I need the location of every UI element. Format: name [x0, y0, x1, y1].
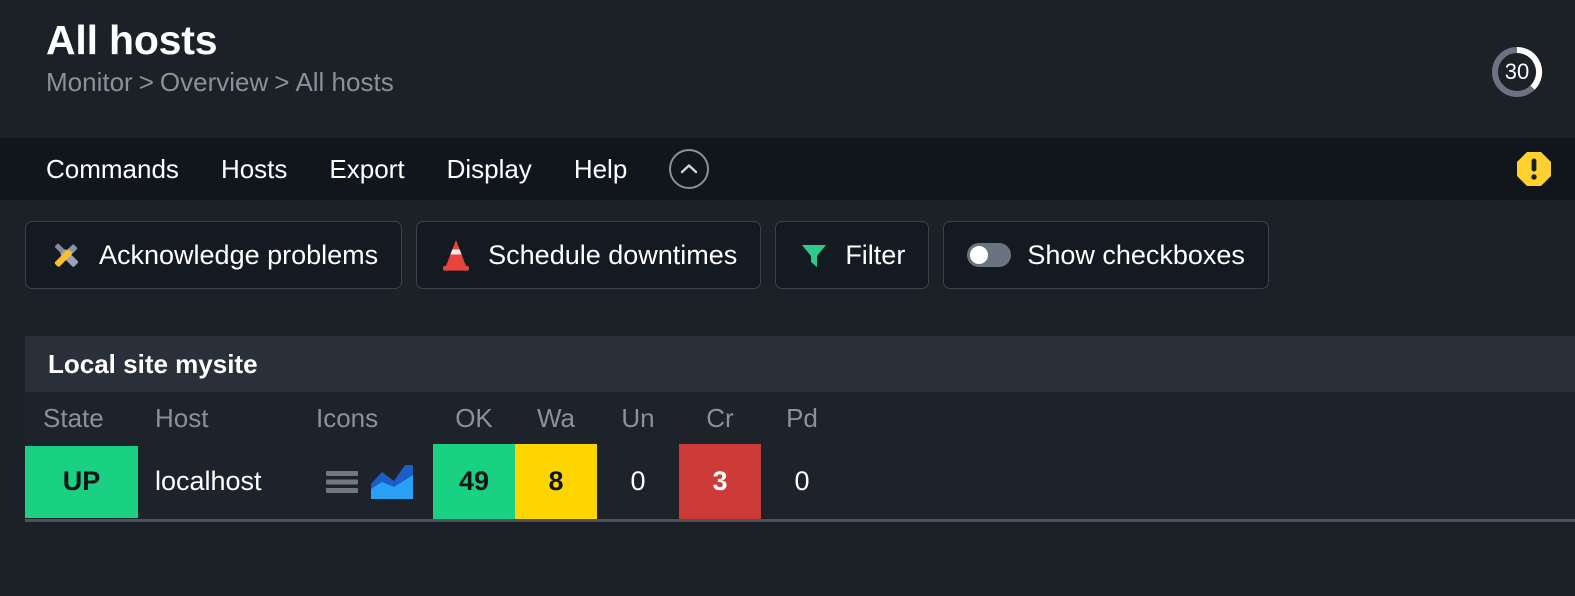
- schedule-downtimes-label: Schedule downtimes: [488, 240, 737, 271]
- hammer-and-wrench-icon: [49, 238, 83, 272]
- column-header-state[interactable]: State: [25, 403, 138, 434]
- action-toolbar: Acknowledge problems Schedule downtimes …: [0, 200, 1575, 296]
- menu-item-hosts[interactable]: Hosts: [221, 154, 287, 185]
- filter-button[interactable]: Filter: [775, 221, 929, 289]
- status-badge[interactable]: UP: [25, 446, 138, 518]
- breadcrumb-item-monitor[interactable]: Monitor: [46, 67, 133, 97]
- traffic-cone-icon: [440, 238, 472, 272]
- acknowledge-problems-label: Acknowledge problems: [99, 240, 378, 271]
- table-header-row: State Host Icons OK Wa Un Cr Pd: [25, 392, 1575, 444]
- host-icons-cell: [316, 444, 433, 519]
- page-bottom-fill: [0, 570, 1575, 596]
- show-checkboxes-toggle[interactable]: Show checkboxes: [943, 221, 1269, 289]
- menu-item-commands[interactable]: Commands: [46, 154, 179, 185]
- toggle-switch-off-icon[interactable]: [967, 243, 1011, 267]
- menu-item-display[interactable]: Display: [447, 154, 532, 185]
- column-header-critical[interactable]: Cr: [679, 403, 761, 434]
- menu-item-export[interactable]: Export: [329, 154, 404, 185]
- count-warning-cell[interactable]: 8: [515, 444, 597, 519]
- column-header-icons[interactable]: Icons: [316, 403, 433, 434]
- breadcrumb: Monitor>Overview>All hosts: [46, 67, 1575, 98]
- refresh-countdown-value: 30: [1489, 44, 1545, 100]
- toggle-knob: [970, 246, 988, 264]
- breadcrumb-separator: >: [133, 67, 160, 97]
- page-header: All hosts Monitor>Overview>All hosts 30: [0, 0, 1575, 138]
- host-table-panel: Local site mysite State Host Icons OK Wa…: [25, 336, 1575, 522]
- chevron-up-circle-icon[interactable]: [669, 149, 709, 189]
- page-title: All hosts: [46, 18, 1575, 62]
- breadcrumb-item-all-hosts[interactable]: All hosts: [295, 67, 393, 97]
- chart-graph-icon[interactable]: [371, 465, 413, 499]
- acknowledge-problems-button[interactable]: Acknowledge problems: [25, 221, 402, 289]
- count-critical-cell[interactable]: 3: [679, 444, 761, 519]
- table-row: UP localhost: [25, 444, 1575, 522]
- menu-bar: Commands Hosts Export Display Help: [0, 138, 1575, 200]
- count-ok-cell[interactable]: 49: [433, 444, 515, 519]
- refresh-countdown-icon[interactable]: 30: [1489, 44, 1545, 100]
- column-header-pending[interactable]: Pd: [761, 403, 843, 434]
- count-pending-cell[interactable]: 0: [761, 444, 843, 519]
- funnel-filter-icon: [799, 240, 829, 270]
- breadcrumb-separator: >: [268, 67, 295, 97]
- warning-octagon-icon[interactable]: [1515, 150, 1553, 188]
- count-unknown-cell[interactable]: 0: [597, 444, 679, 519]
- host-name-cell: localhost: [138, 444, 316, 519]
- show-checkboxes-label: Show checkboxes: [1027, 240, 1245, 271]
- host-table: State Host Icons OK Wa Un Cr Pd UP local…: [25, 392, 1575, 522]
- hamburger-menu-icon[interactable]: [324, 467, 360, 497]
- column-header-ok[interactable]: OK: [433, 403, 515, 434]
- column-header-unknown[interactable]: Un: [597, 403, 679, 434]
- breadcrumb-item-overview[interactable]: Overview: [160, 67, 268, 97]
- site-header: Local site mysite: [25, 336, 1575, 392]
- filter-label: Filter: [845, 240, 905, 271]
- column-header-warning[interactable]: Wa: [515, 403, 597, 434]
- host-state-cell: UP: [25, 444, 138, 519]
- host-link[interactable]: localhost: [138, 466, 262, 497]
- menu-item-help[interactable]: Help: [574, 154, 627, 185]
- column-header-host[interactable]: Host: [138, 403, 316, 434]
- schedule-downtimes-button[interactable]: Schedule downtimes: [416, 221, 761, 289]
